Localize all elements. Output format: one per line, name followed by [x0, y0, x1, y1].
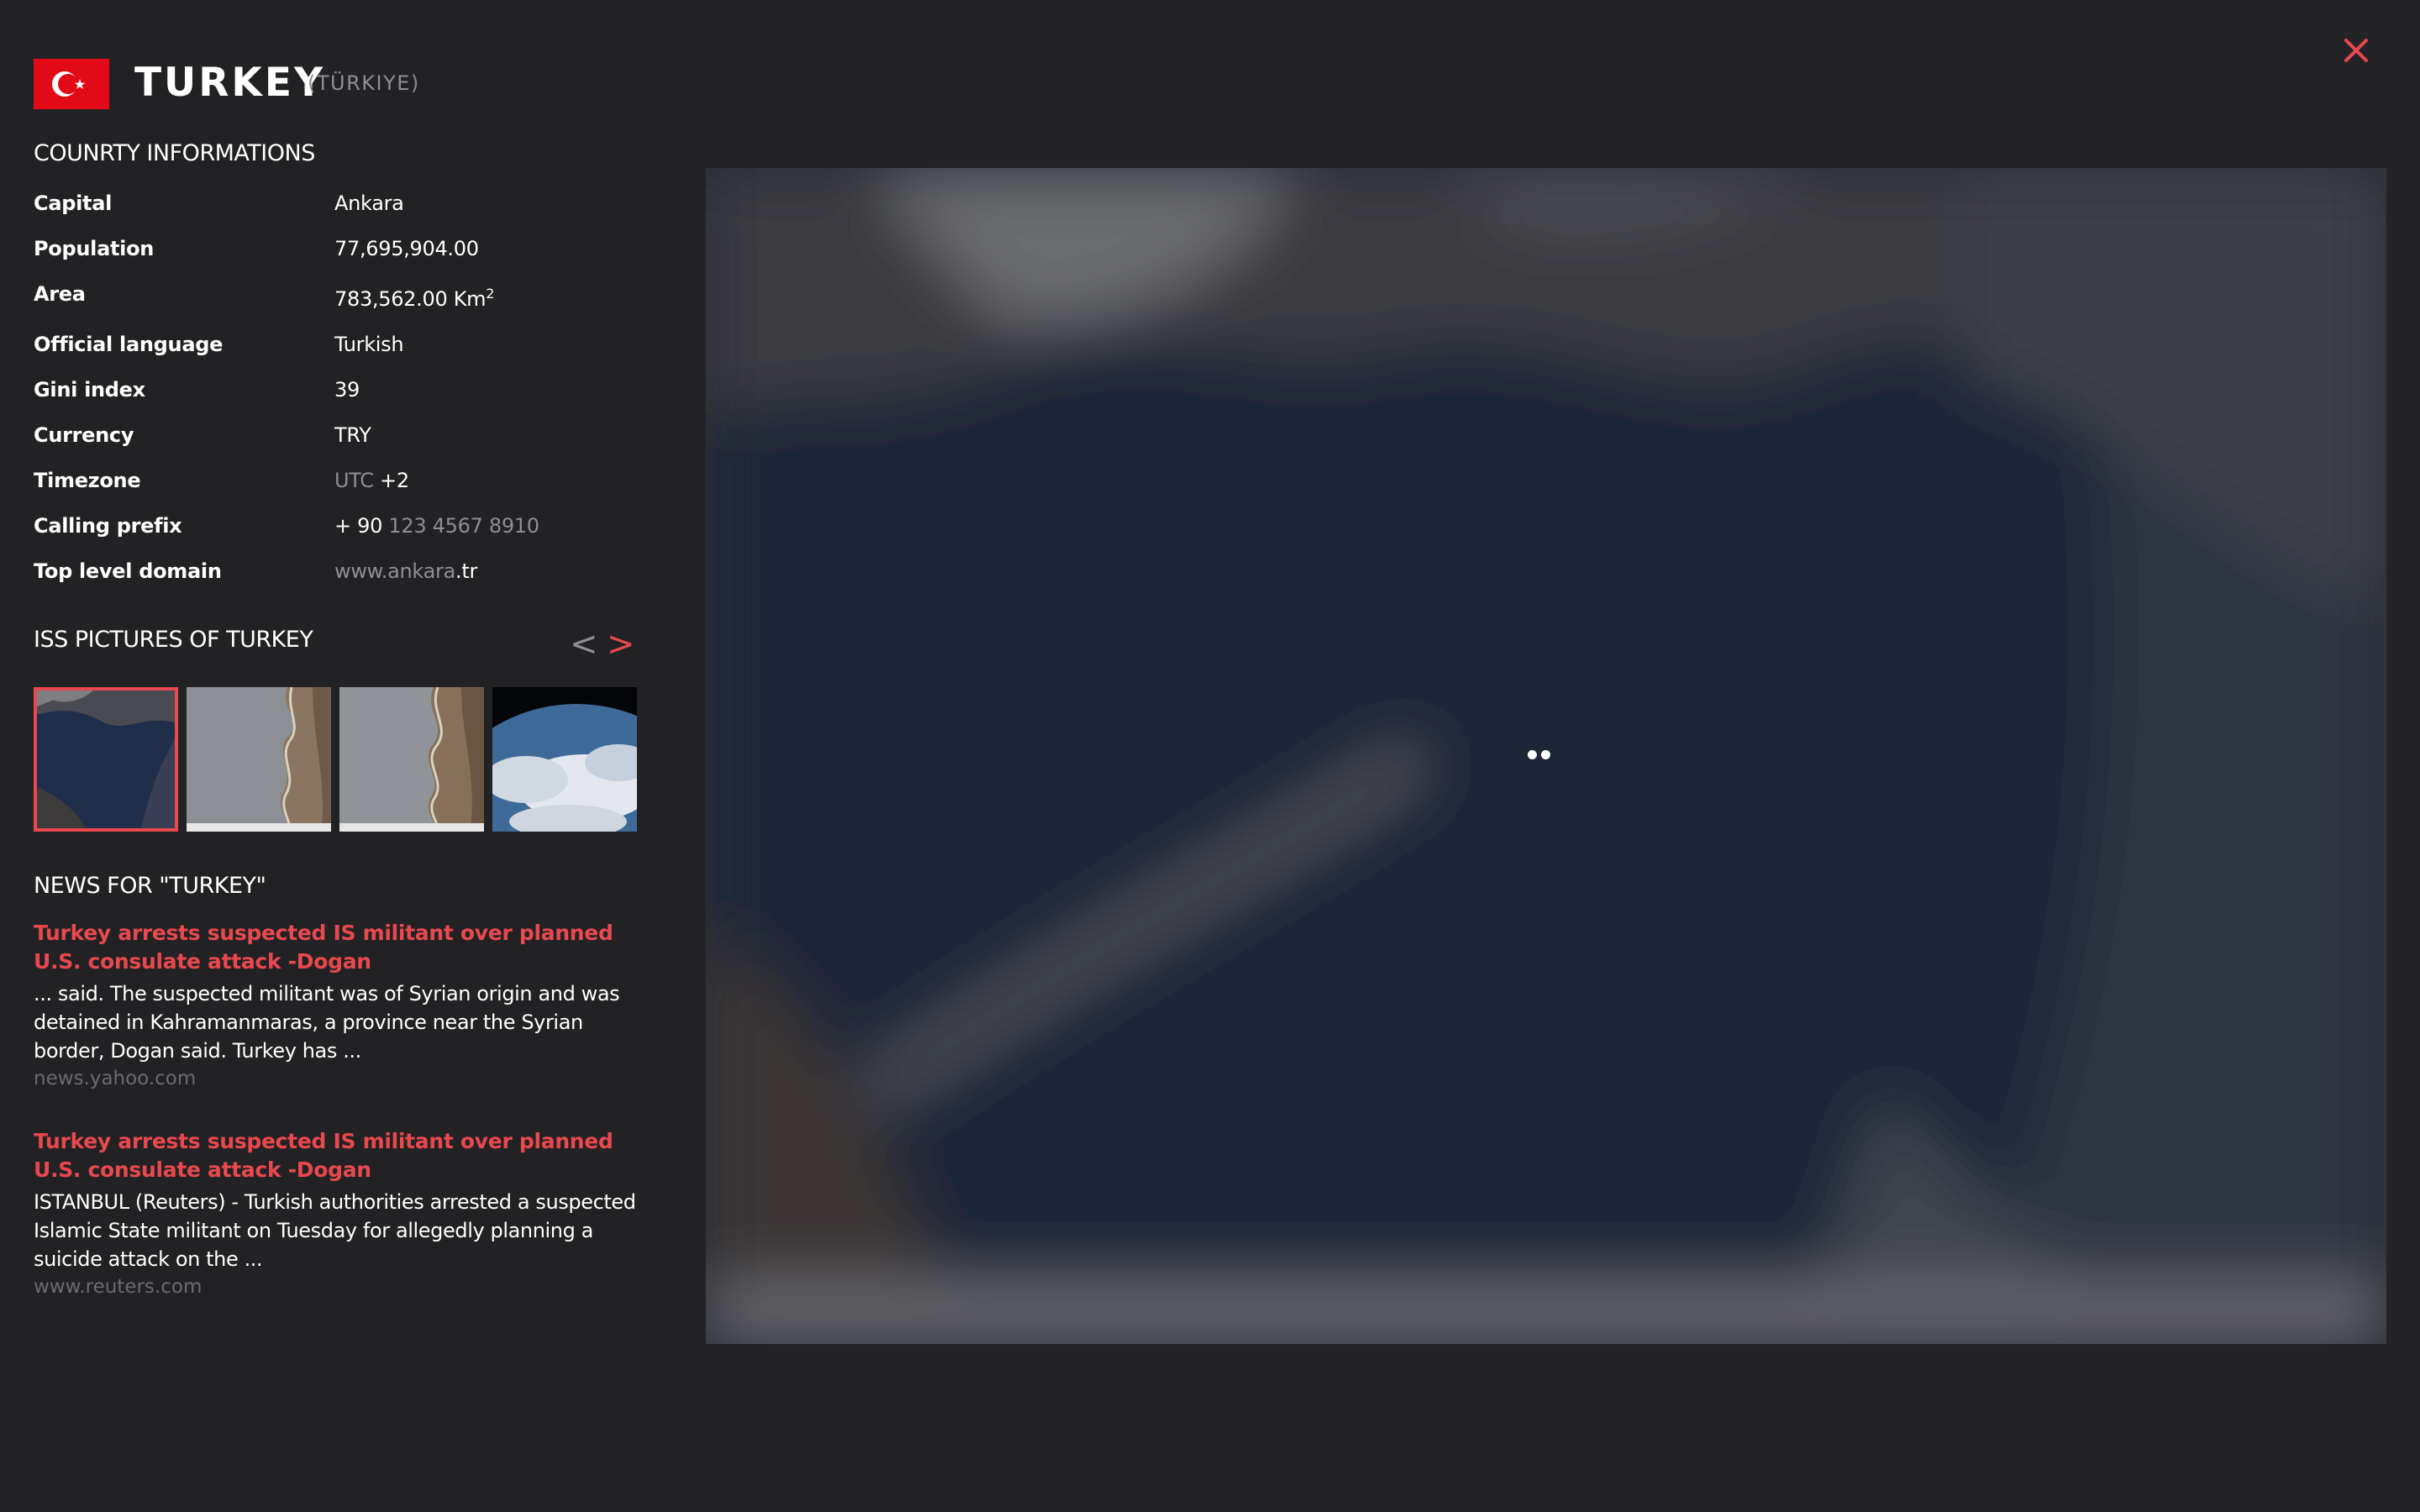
gallery-prev-button[interactable]: <: [570, 623, 598, 665]
news-section-title: NEWS FOR "TURKEY": [34, 873, 266, 899]
gallery-next-button[interactable]: >: [607, 623, 635, 665]
country-sidebar: TURKEY (TÜRKIYE) COUNRTY INFORMATIONS Ca…: [0, 0, 672, 1512]
info-label: Calling prefix: [34, 514, 182, 538]
news-item: Turkey arrests suspected IS militant ove…: [34, 1127, 655, 1295]
country-native-name: (TÜRKIYE): [308, 71, 420, 95]
info-value: Ankara: [334, 192, 404, 215]
country-name: TURKEY: [134, 60, 325, 106]
gallery-section-title: ISS PICTURES OF TURKEY: [34, 627, 313, 653]
phone-example: 123 4567 8910: [388, 514, 539, 538]
info-label: Area: [34, 282, 86, 306]
timezone-prefix: UTC: [334, 469, 374, 492]
info-value: 783,562.00 Km2: [334, 282, 494, 316]
news-source: www.reuters.com: [34, 1276, 203, 1295]
gallery-thumbnail-coast-2[interactable]: [339, 687, 484, 832]
info-label: Timezone: [34, 469, 141, 492]
info-value: Turkish: [334, 333, 404, 356]
info-row-population: Population 77,695,904.00: [34, 232, 655, 265]
info-row-timezone: Timezone UTC +2: [34, 464, 655, 497]
news-source: news.yahoo.com: [34, 1068, 197, 1089]
news-title-link[interactable]: Turkey arrests suspected IS militant ove…: [34, 919, 655, 976]
tld-value: .tr: [455, 559, 478, 583]
news-title-link[interactable]: Turkey arrests suspected IS militant ove…: [34, 1127, 655, 1184]
info-row-gini: Gini index 39: [34, 373, 655, 407]
turkey-flag-icon: [34, 59, 109, 109]
info-value: www.ankara.tr: [334, 554, 477, 588]
info-row-calling-prefix: Calling prefix + 90 123 4567 8910: [34, 509, 655, 543]
info-label: Top level domain: [34, 559, 222, 583]
info-value: 39: [334, 378, 360, 402]
info-row-currency: Currency TRY: [34, 418, 655, 452]
info-value: UTC +2: [334, 464, 409, 497]
info-label: Population: [34, 237, 155, 260]
info-row-area: Area 783,562.00 Km2: [34, 277, 655, 311]
info-value: + 90 123 4567 8910: [334, 509, 539, 543]
news-item: Turkey arrests suspected IS militant ove…: [34, 919, 655, 1092]
area-unit-superscript: 2: [486, 286, 495, 302]
domain-example: www.ankara: [334, 559, 455, 583]
info-row-tld: Top level domain www.ankara.tr: [34, 554, 655, 588]
info-label: Gini index: [34, 378, 145, 402]
timezone-offset: +2: [380, 469, 409, 492]
gallery-thumbnail-earth-clouds[interactable]: [492, 687, 637, 832]
loader-dot: [1528, 750, 1537, 759]
loader-dot: [1541, 750, 1550, 759]
news-snippet: ISTANBUL (Reuters) - Turkish authorities…: [34, 1190, 636, 1271]
calling-code: + 90: [334, 514, 383, 538]
info-label: Official language: [34, 333, 224, 356]
news-snippet: ... said. The suspected militant was of …: [34, 982, 620, 1063]
info-label: Capital: [34, 192, 113, 215]
info-value: TRY: [334, 423, 371, 447]
gallery-thumbnail-sea[interactable]: [34, 687, 178, 832]
info-section-title: COUNRTY INFORMATIONS: [34, 140, 315, 166]
close-icon[interactable]: [2336, 30, 2376, 71]
info-row-capital: Capital Ankara: [34, 186, 655, 220]
info-label: Currency: [34, 423, 134, 447]
info-value: 77,695,904.00: [334, 237, 479, 260]
info-row-language: Official language Turkish: [34, 328, 655, 361]
loading-indicator: [1528, 750, 1553, 760]
gallery-thumbnail-coast-1[interactable]: [187, 687, 331, 832]
area-value: 783,562.00 Km: [334, 287, 487, 311]
